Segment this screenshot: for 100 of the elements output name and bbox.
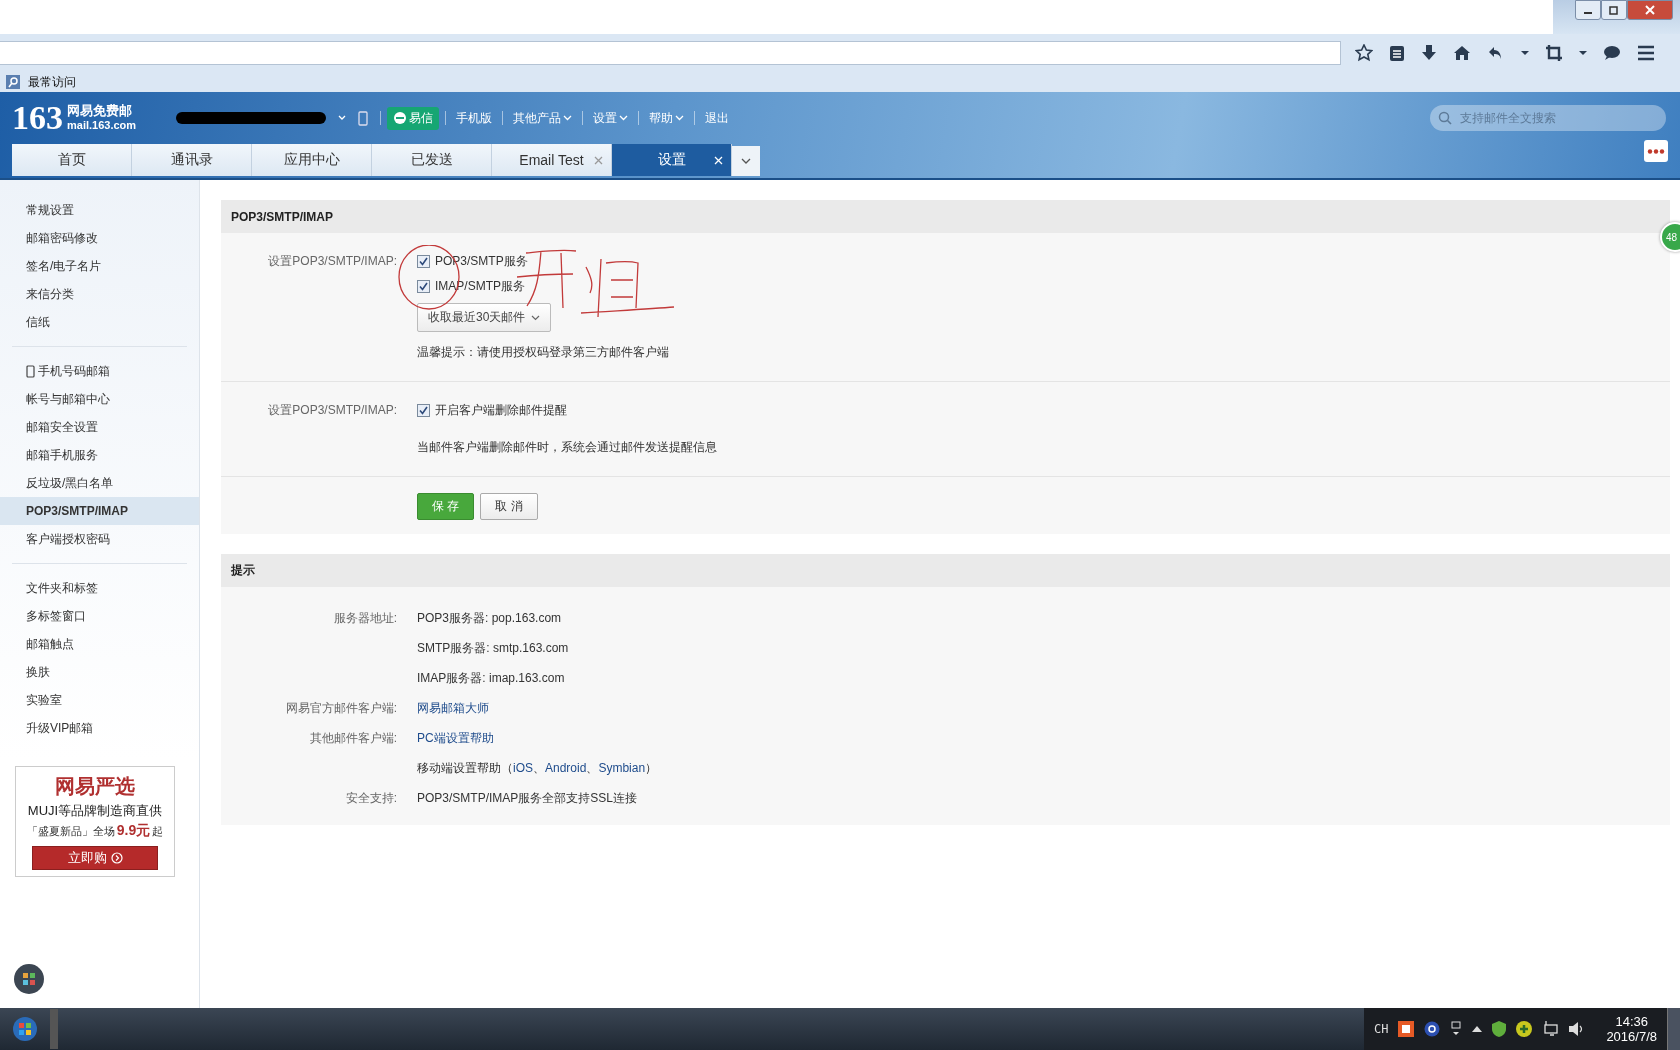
- sidebar-item[interactable]: 邮箱手机服务: [0, 441, 199, 469]
- ad-banner[interactable]: 网易严选 MUJI等品牌制造商直供 「盛夏新品」全场9.9元起 立即购: [15, 766, 175, 877]
- sidebar-item[interactable]: 手机号码邮箱: [0, 357, 199, 385]
- panel-title: POP3/SMTP/IMAP: [221, 200, 1670, 233]
- checkbox[interactable]: 开启客户端删除邮件提醒: [417, 402, 717, 419]
- phone-icon: [26, 364, 35, 378]
- star-icon[interactable]: [1355, 44, 1373, 62]
- windows-icon[interactable]: [1450, 1021, 1463, 1037]
- sidebar-item[interactable]: 来信分类: [0, 280, 199, 308]
- restore-icon: [1608, 4, 1620, 16]
- field-label: 其他邮件客户端:: [309, 730, 397, 745]
- close-button[interactable]: [1627, 0, 1673, 20]
- home-icon[interactable]: [1453, 44, 1471, 62]
- chevron-icon: [741, 158, 751, 164]
- address-field[interactable]: [0, 41, 1341, 65]
- info-text: 、: [533, 760, 545, 775]
- caret-icon[interactable]: [1579, 50, 1587, 56]
- tip-text: 温馨提示：请使用授权码登录第三方邮件客户端: [417, 344, 669, 361]
- info-text: 、: [586, 760, 599, 775]
- tab[interactable]: Email Test: [492, 144, 612, 176]
- buy-button[interactable]: 立即购: [32, 846, 158, 870]
- logo-number: 163: [12, 99, 63, 137]
- phone-icon[interactable]: [358, 110, 369, 126]
- chat-bubble-icon[interactable]: [1603, 45, 1621, 61]
- sidebar-item[interactable]: 常规设置: [0, 196, 199, 224]
- chevron-icon: [531, 314, 541, 321]
- caret-icon[interactable]: [1472, 1026, 1483, 1032]
- chevron-icon[interactable]: [338, 115, 347, 121]
- grid-icon: [22, 972, 36, 986]
- network-icon[interactable]: [1542, 1021, 1559, 1037]
- download-icon[interactable]: [1421, 44, 1437, 62]
- tab[interactable]: 通讯录: [132, 144, 252, 176]
- dropdown-select[interactable]: 收取最近30天邮件: [417, 303, 552, 332]
- sidebar-item[interactable]: 升级VIP邮箱: [0, 714, 199, 742]
- clock-date: 2016/7/8: [1606, 1029, 1657, 1044]
- sidebar-item[interactable]: 实验室: [0, 686, 199, 714]
- checkmark-icon: [419, 282, 428, 291]
- field-label: 网易官方邮件客户端:: [285, 700, 397, 715]
- tab[interactable]: 应用中心: [252, 144, 372, 176]
- sidebar-item[interactable]: 文件夹和标签: [0, 574, 199, 602]
- minimize-button[interactable]: [1575, 0, 1601, 20]
- caret-icon[interactable]: [1521, 50, 1529, 56]
- nav-link[interactable]: 其他产品: [509, 109, 577, 127]
- sidebar-item[interactable]: 客户端授权密码: [0, 525, 199, 553]
- shield-icon[interactable]: [1492, 1021, 1507, 1037]
- ad-title: 网易严选: [55, 774, 135, 799]
- panel-title: 提示: [221, 554, 1670, 587]
- plus-circle-icon[interactable]: [1516, 1021, 1533, 1037]
- search-icon: [6, 75, 20, 89]
- clipboard-icon[interactable]: [1389, 44, 1405, 62]
- sidebar-item[interactable]: POP3/SMTP/IMAP: [0, 497, 199, 525]
- checkmark-icon: [419, 406, 428, 415]
- more-button[interactable]: [1644, 140, 1668, 162]
- sidebar-item[interactable]: 帐号与邮箱中心: [0, 385, 199, 413]
- language-indicator[interactable]: CH: [1373, 1022, 1389, 1036]
- search-icon: [1438, 111, 1452, 125]
- search-input[interactable]: 支持邮件全文搜索: [1458, 110, 1652, 126]
- menu-icon[interactable]: [1637, 45, 1655, 61]
- sidebar-item[interactable]: 反垃圾/黑白名单: [0, 469, 199, 497]
- clock-time: 14:36: [1615, 1014, 1648, 1029]
- help-link[interactable]: Android: [545, 760, 587, 775]
- help-link[interactable]: Symbian: [598, 760, 646, 775]
- sidebar-item[interactable]: 邮箱安全设置: [0, 413, 199, 441]
- sidebar-item[interactable]: 多标签窗口: [0, 602, 199, 630]
- logo-name: 网易免费邮: [67, 103, 133, 118]
- tab[interactable]: 首页: [12, 144, 132, 176]
- ad-price: 9.9元: [116, 822, 151, 840]
- chat-logo-icon: [393, 111, 408, 125]
- help-link[interactable]: iOS: [513, 760, 533, 775]
- clock[interactable]: 14:36 2016/7/8: [1606, 1014, 1657, 1044]
- nav-link[interactable]: 手机版: [452, 109, 497, 127]
- crop-icon[interactable]: [1545, 44, 1563, 62]
- cancel-button[interactable]: 取 消: [480, 493, 538, 520]
- sidebar-item[interactable]: 签名/电子名片: [0, 252, 199, 280]
- apps-button[interactable]: [14, 964, 44, 994]
- sidebar-item[interactable]: 信纸: [0, 308, 199, 336]
- help-link[interactable]: 网易邮箱大师: [417, 700, 489, 715]
- arrow-circle-icon: [110, 852, 123, 864]
- sidebar-item[interactable]: 换肤: [0, 658, 199, 686]
- info-text: ）: [645, 760, 658, 775]
- field-label: 安全支持:: [345, 790, 397, 805]
- help-link[interactable]: PC端设置帮助: [417, 730, 494, 745]
- info-text: POP3服务器: pop.163.com: [417, 610, 562, 625]
- more-icon: [1647, 148, 1665, 154]
- bookmark-link[interactable]: 最常访问: [28, 73, 76, 91]
- logo-domain: mail.163.com: [67, 118, 137, 133]
- checkmark-icon: [419, 257, 428, 266]
- field-label: 服务器地址:: [333, 610, 397, 625]
- field-label: 设置POP3/SMTP/IMAP:: [267, 402, 398, 419]
- sidebar-item[interactable]: 邮箱密码修改: [0, 224, 199, 252]
- tab[interactable]: 已发送: [372, 144, 492, 176]
- tab[interactable]: 设置: [612, 144, 732, 176]
- ad-text: 起: [152, 824, 164, 839]
- minimize-icon: [1584, 12, 1592, 14]
- restore-button[interactable]: [1601, 0, 1627, 20]
- info-text: 移动端设置帮助（: [417, 760, 513, 775]
- sidebar-item[interactable]: 邮箱触点: [0, 630, 199, 658]
- close-icon: [1644, 4, 1656, 16]
- search-field[interactable]: 支持邮件全文搜索: [1430, 105, 1666, 131]
- info-text: IMAP服务器: imap.163.com: [417, 670, 565, 685]
